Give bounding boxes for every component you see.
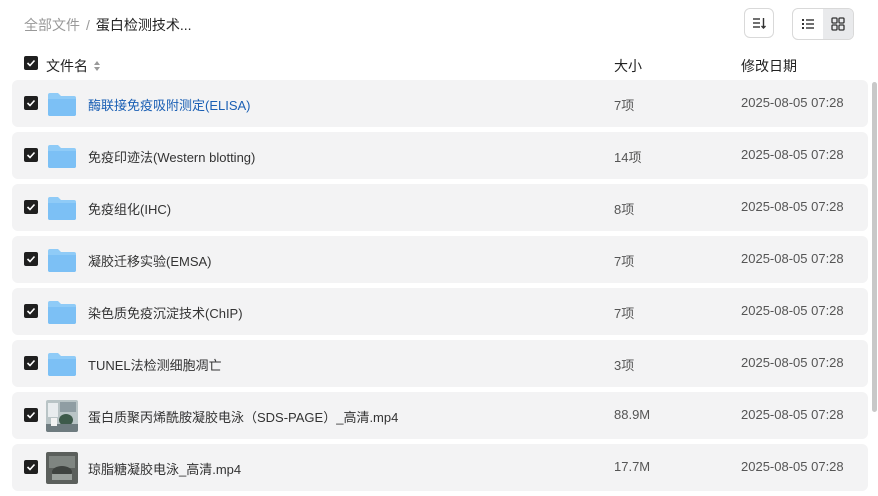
file-date: 2025-08-05 07:28 — [741, 355, 844, 370]
table-header: 文件名 大小 修改日期 — [0, 52, 878, 76]
column-size[interactable]: 大小 — [614, 56, 642, 76]
check-icon — [26, 359, 36, 367]
file-name[interactable]: TUNEL法检测细胞凋亡 — [88, 355, 222, 374]
list-item[interactable]: 酶联接免疫吸附测定(ELISA) 7项 2025-08-05 07:28 — [12, 80, 868, 127]
sort-button[interactable] — [744, 8, 774, 38]
breadcrumb-current: 蛋白检测技术... — [95, 17, 192, 33]
folder-icon — [48, 249, 76, 272]
column-name-label: 文件名 — [46, 58, 88, 74]
file-name[interactable]: 免疫组化(IHC) — [88, 199, 171, 218]
file-date: 2025-08-05 07:28 — [741, 95, 844, 110]
file-date: 2025-08-05 07:28 — [741, 251, 844, 266]
row-checkbox[interactable] — [24, 356, 38, 370]
row-checkbox[interactable] — [24, 460, 38, 474]
row-checkbox[interactable] — [24, 148, 38, 162]
file-date: 2025-08-05 07:28 — [741, 303, 844, 318]
file-size: 3项 — [614, 358, 635, 373]
file-name[interactable]: 染色质免疫沉淀技术(ChIP) — [88, 303, 243, 322]
file-size: 7项 — [614, 254, 635, 269]
file-list: 酶联接免疫吸附测定(ELISA) 7项 2025-08-05 07:28 免疫印… — [12, 80, 868, 496]
file-date: 2025-08-05 07:28 — [741, 147, 844, 162]
list-view-icon — [802, 19, 814, 29]
folder-icon — [48, 353, 76, 376]
file-size: 88.9M — [614, 407, 651, 422]
file-date: 2025-08-05 07:28 — [741, 199, 844, 214]
file-size: 8项 — [614, 202, 635, 217]
top-bar: 全部文件 / 蛋白检测技术... — [0, 0, 878, 48]
row-checkbox[interactable] — [24, 252, 38, 266]
file-date: 2025-08-05 07:28 — [741, 459, 844, 474]
row-checkbox[interactable] — [24, 408, 38, 422]
sort-icon — [753, 18, 766, 29]
folder-icon — [48, 93, 76, 116]
row-checkbox[interactable] — [24, 200, 38, 214]
list-item[interactable]: 琼脂糖凝胶电泳_高清.mp4 17.7M 2025-08-05 07:28 — [12, 444, 868, 491]
video-thumbnail — [46, 452, 78, 484]
grid-view-button[interactable] — [823, 9, 853, 39]
check-icon — [26, 59, 36, 67]
check-icon — [26, 99, 36, 107]
file-size: 17.7M — [614, 459, 651, 474]
folder-icon — [48, 145, 76, 168]
select-all-checkbox[interactable] — [24, 56, 38, 70]
video-thumbnail — [46, 400, 78, 432]
check-icon — [26, 151, 36, 159]
view-toggle — [792, 8, 854, 40]
list-item[interactable]: 免疫印迹法(Western blotting) 14项 2025-08-05 0… — [12, 132, 868, 179]
list-item[interactable]: 染色质免疫沉淀技术(ChIP) 7项 2025-08-05 07:28 — [12, 288, 868, 335]
breadcrumb: 全部文件 / 蛋白检测技术... — [24, 15, 192, 35]
check-icon — [26, 411, 36, 419]
check-icon — [26, 307, 36, 315]
breadcrumb-separator: / — [86, 17, 90, 33]
file-name[interactable]: 蛋白质聚丙烯酰胺凝胶电泳（SDS-PAGE）_高清.mp4 — [88, 407, 398, 426]
file-name[interactable]: 免疫印迹法(Western blotting) — [88, 147, 255, 166]
file-size: 14项 — [614, 150, 642, 165]
file-name[interactable]: 琼脂糖凝胶电泳_高清.mp4 — [88, 459, 241, 478]
folder-icon — [48, 301, 76, 324]
sort-arrows-icon — [94, 61, 100, 71]
check-icon — [26, 203, 36, 211]
list-item[interactable]: 凝胶迁移实验(EMSA) 7项 2025-08-05 07:28 — [12, 236, 868, 283]
list-item[interactable]: 免疫组化(IHC) 8项 2025-08-05 07:28 — [12, 184, 868, 231]
list-item[interactable]: 蛋白质聚丙烯酰胺凝胶电泳（SDS-PAGE）_高清.mp4 88.9M 2025… — [12, 392, 868, 439]
column-modified[interactable]: 修改日期 — [741, 56, 797, 76]
folder-icon — [48, 197, 76, 220]
file-size: 7项 — [614, 306, 635, 321]
grid-view-icon — [831, 17, 845, 31]
list-view-button[interactable] — [793, 9, 823, 39]
check-icon — [26, 255, 36, 263]
file-name[interactable]: 酶联接免疫吸附测定(ELISA) — [88, 95, 251, 114]
file-date: 2025-08-05 07:28 — [741, 407, 844, 422]
breadcrumb-root[interactable]: 全部文件 — [24, 15, 80, 35]
column-name[interactable]: 文件名 — [46, 56, 102, 76]
list-item[interactable]: TUNEL法检测细胞凋亡 3项 2025-08-05 07:28 — [12, 340, 868, 387]
scrollbar[interactable] — [872, 82, 877, 412]
check-icon — [26, 463, 36, 471]
row-checkbox[interactable] — [24, 304, 38, 318]
row-checkbox[interactable] — [24, 96, 38, 110]
file-name[interactable]: 凝胶迁移实验(EMSA) — [88, 251, 212, 270]
file-size: 7项 — [614, 98, 635, 113]
